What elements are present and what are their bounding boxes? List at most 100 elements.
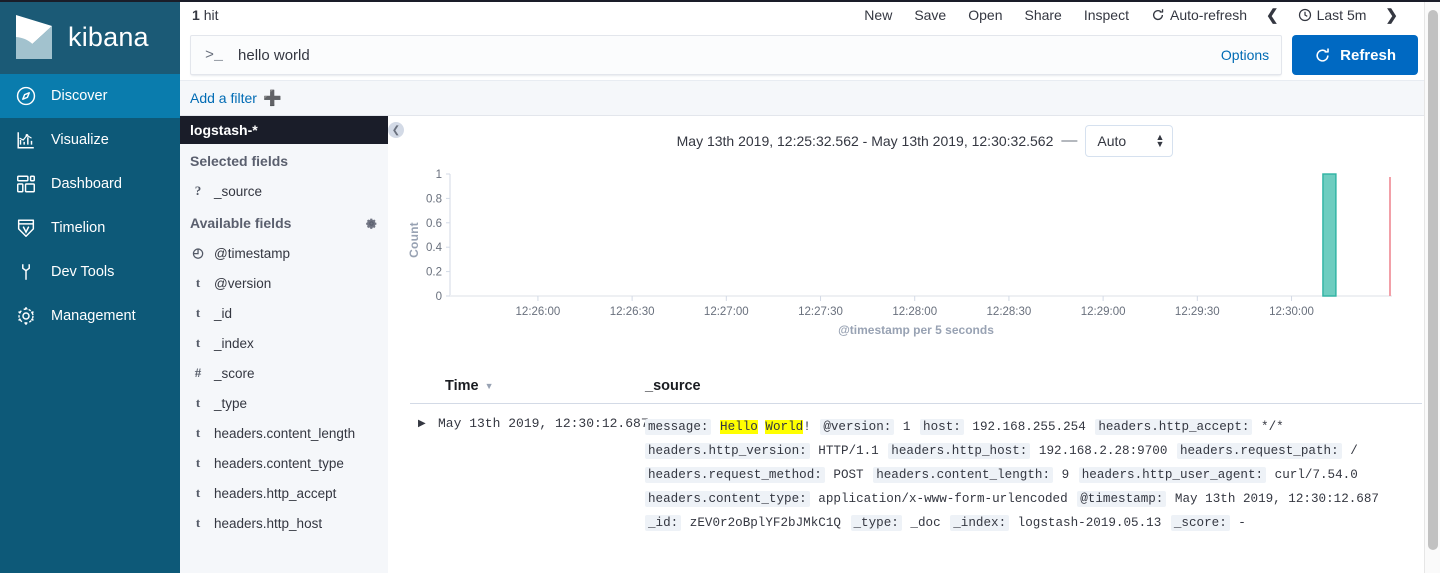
source-field-key: _id: [645, 515, 681, 531]
sidebar-item-label: Timelion [51, 220, 105, 236]
sort-caret-icon[interactable]: ▼ [485, 381, 494, 391]
column-header-source[interactable]: _source [645, 378, 701, 394]
refresh-button[interactable]: Refresh [1292, 35, 1418, 75]
share-button[interactable]: Share [1013, 7, 1072, 23]
collapse-sidebar-button[interactable]: ❮ [388, 122, 404, 138]
sidebar-item-visualize[interactable]: Visualize [0, 118, 180, 162]
save-button[interactable]: Save [903, 7, 957, 23]
index-pattern-selector[interactable]: logstash-* [180, 116, 388, 144]
svg-text:0.2: 0.2 [426, 267, 442, 279]
field-item[interactable]: t _type [180, 388, 388, 418]
dashboard-icon [15, 173, 37, 195]
column-header-label: Time [445, 378, 479, 394]
inspect-button[interactable]: Inspect [1073, 7, 1140, 23]
source-field-key: @timestamp: [1077, 491, 1166, 507]
column-header-time[interactable]: Time ▼ [410, 378, 645, 394]
compass-icon [15, 85, 37, 107]
field-item[interactable]: t @version [180, 268, 388, 298]
expand-row-button[interactable]: ▶ [410, 415, 438, 535]
interval-select[interactable]: Auto ▲▼ [1085, 125, 1173, 157]
time-range-text[interactable]: May 13th 2019, 12:25:32.562 - May 13th 2… [677, 133, 1054, 149]
source-field-value: HTTP/1.1 [810, 444, 889, 458]
svg-text:0.8: 0.8 [426, 193, 442, 205]
scrollbar-thumb[interactable] [1428, 10, 1438, 550]
console-prompt-icon: >_ [205, 47, 223, 64]
source-field-key: headers.request_path: [1177, 443, 1342, 459]
time-range-button[interactable]: Last 5m [1287, 7, 1378, 23]
x-axis-label: @timestamp per 5 seconds [410, 323, 1422, 337]
svg-text:12:26:30: 12:26:30 [610, 306, 655, 318]
next-time-button[interactable]: ❯ [1377, 6, 1406, 24]
field-item[interactable]: t headers.http_host [180, 508, 388, 538]
source-field-value: May 13th 2019, 12:30:12.687 [1166, 492, 1381, 506]
source-field-value: / [1342, 444, 1360, 458]
source-field-value: zEV0r2oBplYF2bJMkC1Q [681, 516, 850, 530]
field-type-icon: t [192, 305, 204, 321]
sidebar-item-timelion[interactable]: Timelion [0, 206, 180, 250]
histogram-header: May 13th 2019, 12:25:32.562 - May 13th 2… [410, 116, 1440, 162]
open-button[interactable]: Open [957, 7, 1013, 23]
clock-icon [1298, 8, 1312, 22]
source-field-value: 9 [1053, 468, 1079, 482]
field-type-icon: t [192, 395, 204, 411]
field-type-icon: ◴ [192, 245, 204, 261]
kibana-app: kibana Discover Visualize Dashboard [0, 0, 1440, 573]
field-type-icon: ? [192, 183, 204, 199]
new-button[interactable]: New [853, 7, 903, 23]
auto-refresh-button[interactable]: Auto-refresh [1140, 7, 1258, 23]
svg-text:0.4: 0.4 [426, 242, 443, 254]
page-scrollbar[interactable] [1424, 0, 1440, 573]
source-field-key: headers.http_version: [645, 443, 810, 459]
field-item-source[interactable]: ? _source [180, 176, 388, 206]
source-field-key: host: [920, 419, 964, 435]
search-input[interactable]: hello world [238, 47, 1221, 64]
field-name: headers.http_accept [214, 486, 336, 501]
query-options-button[interactable]: Options [1221, 47, 1273, 63]
field-settings-gear-icon[interactable] [365, 217, 378, 230]
source-field-value: */* [1252, 420, 1285, 434]
field-item[interactable]: ◴ @timestamp [180, 238, 388, 268]
table-row[interactable]: ▶ May 13th 2019, 12:30:12.687 message: H… [410, 404, 1422, 535]
hit-count: 1 hit [192, 7, 218, 23]
source-field-key: @version: [820, 419, 894, 435]
add-filter-button[interactable]: Add a filter ➕ [190, 89, 282, 107]
field-item[interactable]: t headers.http_accept [180, 478, 388, 508]
plus-icon: ➕ [263, 89, 282, 107]
bar-chart-icon [15, 129, 37, 151]
field-item[interactable]: t _index [180, 328, 388, 358]
source-field-value: 192.168.255.254 [964, 420, 1095, 434]
sidebar-item-management[interactable]: Management [0, 294, 180, 338]
field-item[interactable]: t headers.content_length [180, 418, 388, 448]
add-filter-label: Add a filter [190, 90, 257, 106]
time-range-label: Last 5m [1317, 7, 1367, 23]
source-field-value: Hello World! [711, 420, 820, 434]
search-highlight: Hello [720, 420, 758, 434]
source-field-value: _doc [902, 516, 950, 530]
histogram-svg[interactable]: 00.20.40.60.8112:26:0012:26:3012:27:0012… [410, 166, 1410, 321]
svg-text:12:27:30: 12:27:30 [798, 306, 843, 318]
available-fields-label: Available fields [190, 215, 291, 231]
sidebar-item-dashboard[interactable]: Dashboard [0, 162, 180, 206]
wrench-icon [15, 261, 37, 283]
sidebar-item-discover[interactable]: Discover [0, 74, 180, 118]
field-type-icon: t [192, 455, 204, 471]
svg-text:1: 1 [436, 169, 442, 181]
source-field-key: _score: [1171, 515, 1230, 531]
svg-text:12:29:00: 12:29:00 [1081, 306, 1126, 318]
source-field-key: headers.content_type: [645, 491, 810, 507]
previous-time-button[interactable]: ❮ [1258, 6, 1287, 24]
available-fields-heading: Available fields [180, 206, 388, 238]
field-name: _type [214, 396, 247, 411]
refresh-cycle-icon [1151, 8, 1165, 22]
svg-text:12:28:00: 12:28:00 [892, 306, 937, 318]
field-item[interactable]: # _score [180, 358, 388, 388]
field-item[interactable]: t headers.content_type [180, 448, 388, 478]
window-top-border [0, 0, 1440, 2]
field-item[interactable]: t _id [180, 298, 388, 328]
source-field-key: headers.request_method: [645, 467, 825, 483]
query-bar[interactable]: >_ hello world Options [190, 35, 1282, 75]
kibana-logo-home-link[interactable]: kibana [0, 0, 180, 74]
field-sidebar: logstash-* Selected fields ? _source Ava… [180, 116, 388, 573]
sidebar-item-dev-tools[interactable]: Dev Tools [0, 250, 180, 294]
gear-icon [365, 217, 378, 230]
